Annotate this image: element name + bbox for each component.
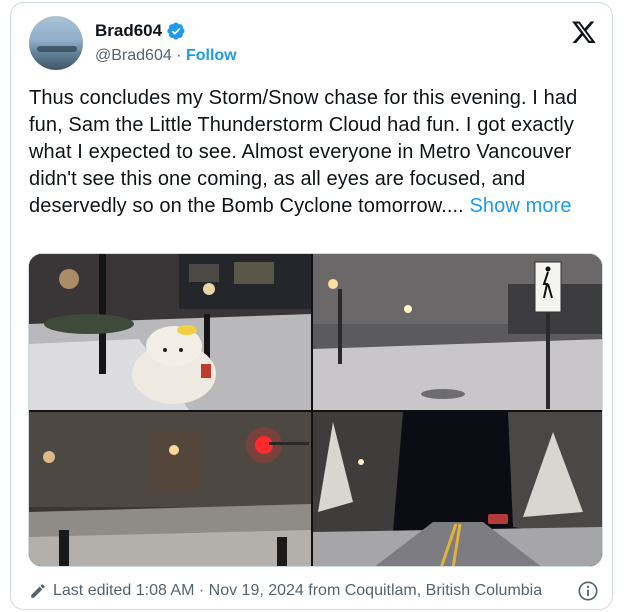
author-display-name[interactable]: Brad604 (95, 21, 162, 41)
photo-foggy-street-red-light[interactable] (29, 412, 311, 566)
photo-plush-snow-sidewalk[interactable] (29, 254, 311, 410)
info-icon[interactable] (577, 580, 599, 602)
show-more-link[interactable]: Show more (469, 195, 571, 217)
pencil-icon (31, 584, 45, 598)
photo-snowy-intersection[interactable] (313, 254, 602, 410)
avatar[interactable] (29, 16, 83, 70)
author-name-row: Brad604 (95, 21, 186, 41)
handle-separator: · (171, 47, 186, 64)
author-handle[interactable]: @Brad604 (95, 47, 172, 65)
tweet-header: Brad604 @Brad604 · Follow (27, 15, 597, 71)
tweet-card: Brad604 @Brad604 · Follow Thus concludes… (10, 2, 613, 610)
photo-snowy-road-trees[interactable] (313, 412, 602, 566)
verified-badge-icon (167, 22, 185, 40)
tweet-text: Thus concludes my Storm/Snow chase for t… (29, 85, 599, 220)
edited-timestamp[interactable]: Last edited 1:08 AM · Nov 19, 2024 from … (53, 582, 542, 600)
author-handle-row: @Brad604 · Follow (95, 47, 237, 65)
follow-button[interactable]: Follow (186, 47, 237, 65)
media-grid (28, 253, 603, 567)
x-logo-icon[interactable] (571, 19, 597, 45)
tweet-footer: Last edited 1:08 AM · Nov 19, 2024 from … (29, 579, 599, 603)
